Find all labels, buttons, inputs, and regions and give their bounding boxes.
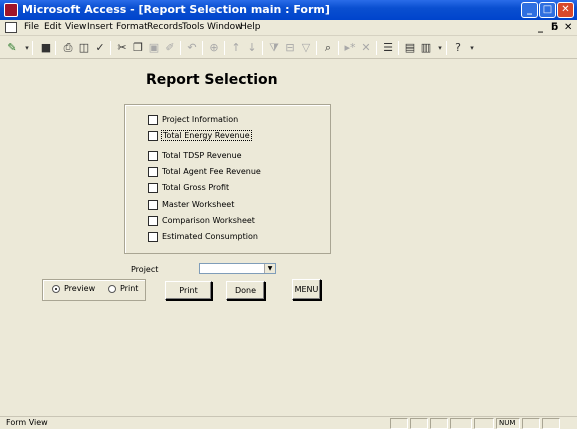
checkbox-label: Estimated Consumption — [162, 232, 258, 241]
undo-icon[interactable]: ↶ — [184, 40, 200, 56]
toolbar-separator — [180, 41, 181, 55]
checkbox-label: Project Information — [162, 115, 239, 124]
print-button[interactable]: Print — [165, 281, 212, 300]
combo-dropdown-icon[interactable]: ▼ — [264, 264, 275, 273]
save-icon[interactable]: ■ — [38, 40, 54, 56]
toolbar-separator — [224, 41, 225, 55]
checkbox-label: Comparison Worksheet — [162, 216, 255, 225]
checkbox-box[interactable] — [148, 183, 158, 193]
checkbox-box[interactable] — [148, 200, 158, 210]
close-button[interactable]: ✕ — [557, 2, 574, 18]
toolbar-separator — [398, 41, 399, 55]
new-record-icon[interactable]: ▸* — [342, 40, 358, 56]
menu-tools[interactable]: Tools — [182, 22, 204, 32]
window-title: Microsoft Access - [Report Selection mai… — [22, 3, 330, 16]
toolbar-separator — [262, 41, 263, 55]
menu-records[interactable]: Records — [147, 22, 183, 32]
properties-icon[interactable]: ☰ — [380, 40, 396, 56]
hyperlink-icon[interactable]: ⊕ — [206, 40, 222, 56]
status-pane — [542, 418, 560, 429]
menu-button[interactable]: MENU — [292, 279, 321, 300]
delete-record-icon[interactable]: ✕ — [358, 40, 374, 56]
print-preview-icon[interactable]: ◫ — [76, 40, 92, 56]
checkbox-box[interactable] — [148, 131, 158, 141]
status-bar: Form View NUM — [0, 416, 577, 429]
checkbox-label: Master Worksheet — [162, 200, 235, 209]
checkbox-label: Total Agent Fee Revenue — [162, 167, 261, 176]
menu-bar: File Edit View Insert Format Records Too… — [0, 20, 577, 36]
apply-filter-icon[interactable]: ▽ — [298, 40, 314, 56]
mdi-close-button[interactable]: ✕ — [564, 22, 572, 33]
checkbox-box[interactable] — [148, 167, 158, 177]
status-text: Form View — [6, 418, 48, 427]
toolbar-separator — [32, 41, 33, 55]
spelling-icon[interactable]: ✓ — [92, 40, 108, 56]
project-combo[interactable]: ▼ — [199, 263, 276, 274]
project-label: Project — [131, 265, 159, 274]
access-app-icon[interactable] — [4, 3, 18, 17]
menu-window[interactable]: Window — [207, 22, 243, 32]
checkbox-box[interactable] — [148, 232, 158, 242]
toolbar-separator — [202, 41, 203, 55]
checkbox-box[interactable] — [148, 115, 158, 125]
sort-descending-icon[interactable]: ↓ — [244, 40, 260, 56]
mdi-minimize-button[interactable]: _ — [538, 22, 543, 33]
toolbar-separator — [316, 41, 317, 55]
menu-format[interactable]: Format — [116, 22, 148, 32]
toolbar-separator — [376, 41, 377, 55]
minimize-button[interactable]: _ — [521, 2, 538, 18]
menu-insert[interactable]: Insert — [87, 22, 113, 32]
cut-icon[interactable]: ✂ — [114, 40, 130, 56]
num-lock-indicator: NUM — [496, 418, 520, 429]
database-window-icon[interactable]: ▤ — [402, 40, 418, 56]
checkbox-box[interactable] — [148, 216, 158, 226]
format-painter-icon[interactable]: ✐ — [162, 40, 178, 56]
mdi-restore-button[interactable]: ƃ — [551, 22, 558, 33]
find-icon[interactable]: ⌕ — [320, 40, 336, 56]
toolbar-separator — [110, 41, 111, 55]
print-icon[interactable]: ⎙ — [60, 40, 76, 56]
sort-ascending-icon[interactable]: ↑ — [228, 40, 244, 56]
menu-help[interactable]: Help — [240, 22, 261, 32]
toolbar: ✎ ▾ ■ ⎙ ◫ ✓ ✂ ❐ ▣ ✐ ↶ ⊕ ↑ ↓ ⧩ ⊟ ▽ ⌕ ▸* ✕… — [0, 37, 577, 59]
radio-dot-selected[interactable] — [52, 285, 60, 293]
status-pane — [522, 418, 540, 429]
report-selection-form: Report Selection Project Information Tot… — [0, 60, 577, 416]
toolbar-separator — [338, 41, 339, 55]
checkbox-box[interactable] — [148, 151, 158, 161]
toolbar-separator — [446, 41, 447, 55]
checkbox-label: Total TDSP Revenue — [162, 151, 242, 160]
maximize-button[interactable]: □ — [539, 2, 556, 18]
radio-dot[interactable] — [108, 285, 116, 293]
status-pane — [474, 418, 494, 429]
menu-file[interactable]: File — [24, 22, 39, 32]
view-icon[interactable]: ✎ — [4, 40, 20, 56]
done-button[interactable]: Done — [226, 281, 265, 300]
title-bar[interactable]: Microsoft Access - [Report Selection mai… — [0, 0, 577, 20]
checkbox-label: Total Gross Profit — [162, 183, 230, 192]
radio-label: Print — [120, 284, 139, 293]
menu-edit[interactable]: Edit — [44, 22, 61, 32]
form-icon[interactable] — [5, 22, 17, 33]
filter-by-selection-icon[interactable]: ⧩ — [266, 40, 282, 56]
status-pane — [410, 418, 428, 429]
copy-icon[interactable]: ❐ — [130, 40, 146, 56]
menu-view[interactable]: View — [65, 22, 86, 32]
status-pane — [390, 418, 408, 429]
form-heading: Report Selection — [146, 72, 278, 88]
status-pane — [430, 418, 448, 429]
checkbox-label: Total Energy Revenue — [161, 130, 252, 141]
filter-by-form-icon[interactable]: ⊟ — [282, 40, 298, 56]
toolbar-options-icon[interactable]: ▾ — [464, 40, 480, 56]
status-pane — [450, 418, 472, 429]
radio-label: Preview — [64, 284, 96, 293]
toolbar-separator — [55, 41, 56, 55]
paste-icon[interactable]: ▣ — [146, 40, 162, 56]
